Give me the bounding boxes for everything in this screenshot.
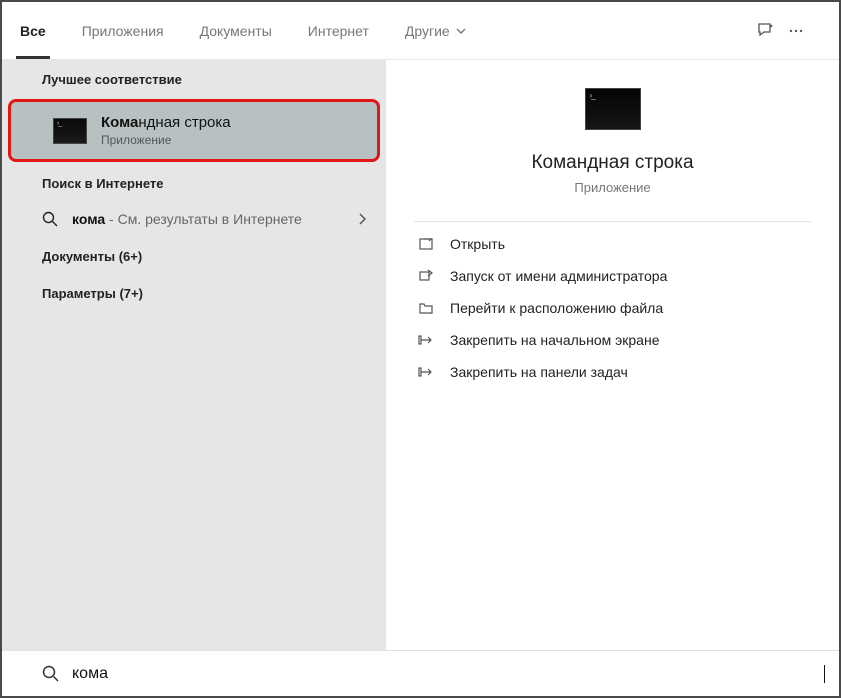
search-icon: [42, 665, 60, 683]
web-search-row[interactable]: кома - См. результаты в Интернете: [2, 201, 386, 237]
tab-label: Документы: [200, 23, 272, 39]
action-open[interactable]: Открыть: [404, 228, 821, 260]
result-command-prompt[interactable]: Командная строка Приложение: [8, 99, 380, 162]
result-text: Командная строка Приложение: [101, 114, 231, 147]
pin-icon: [414, 332, 438, 348]
tab-docs[interactable]: Документы: [182, 2, 290, 59]
preview-subtitle: Приложение: [574, 180, 650, 195]
feedback-icon[interactable]: [751, 21, 781, 41]
more-icon[interactable]: [781, 22, 811, 40]
tab-web[interactable]: Интернет: [290, 2, 387, 59]
action-label: Закрепить на панели задач: [450, 364, 628, 380]
section-web: Поиск в Интернете: [2, 164, 386, 201]
cmd-icon: [53, 118, 87, 144]
results-panel: Лучшее соответствие Командная строка При…: [2, 60, 386, 650]
action-pin-taskbar[interactable]: Закрепить на панели задач: [404, 356, 821, 388]
preview-panel: Командная строка Приложение Открыть Запу…: [386, 60, 839, 650]
search-icon: [42, 211, 58, 227]
action-run-admin[interactable]: Запуск от имени администратора: [404, 260, 821, 292]
search-input[interactable]: [72, 665, 826, 683]
tab-apps[interactable]: Приложения: [64, 2, 182, 59]
action-label: Запуск от имени администратора: [450, 268, 667, 284]
action-label: Открыть: [450, 236, 505, 252]
folder-icon: [414, 300, 438, 316]
search-bar: [2, 650, 839, 696]
tab-all[interactable]: Все: [2, 2, 64, 59]
action-label: Перейти к расположению файла: [450, 300, 663, 316]
text-caret: [824, 665, 825, 683]
tab-label: Приложения: [82, 23, 164, 39]
admin-icon: [414, 268, 438, 284]
tab-label: Другие: [405, 23, 450, 39]
pin-icon: [414, 364, 438, 380]
section-documents[interactable]: Документы (6+): [2, 237, 386, 274]
result-subtitle: Приложение: [101, 133, 231, 147]
divider: [414, 221, 811, 222]
chevron-right-icon: [358, 213, 366, 225]
open-icon: [414, 236, 438, 252]
web-search-text: кома - См. результаты в Интернете: [72, 211, 358, 227]
tab-label: Интернет: [308, 23, 369, 39]
result-title: Командная строка: [101, 114, 231, 131]
section-settings[interactable]: Параметры (7+): [2, 274, 386, 311]
chevron-down-icon: [456, 28, 466, 34]
tab-more[interactable]: Другие: [387, 2, 484, 59]
section-best-match: Лучшее соответствие: [2, 60, 386, 97]
actions-list: Открыть Запуск от имени администратора П…: [386, 228, 839, 388]
action-open-location[interactable]: Перейти к расположению файла: [404, 292, 821, 324]
cmd-icon: [585, 88, 641, 130]
preview-title: Командная строка: [531, 152, 693, 174]
action-pin-start[interactable]: Закрепить на начальном экране: [404, 324, 821, 356]
tab-label: Все: [20, 23, 46, 39]
tabs-bar: Все Приложения Документы Интернет Другие: [2, 2, 839, 60]
action-label: Закрепить на начальном экране: [450, 332, 660, 348]
tabs: Все Приложения Документы Интернет Другие: [2, 2, 484, 59]
